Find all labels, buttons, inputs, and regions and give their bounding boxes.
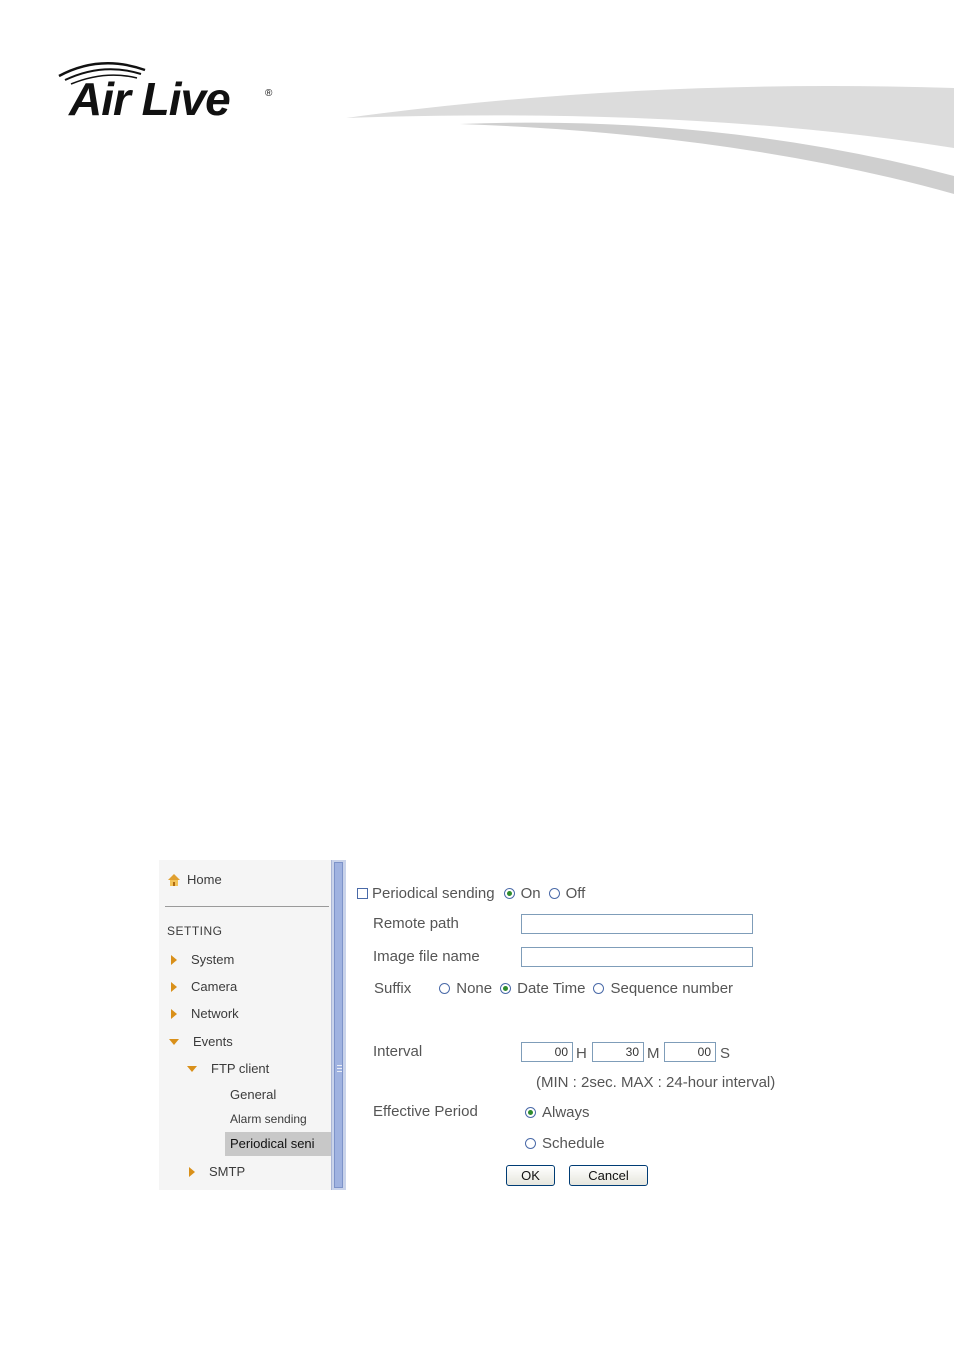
interval-minutes-input[interactable]: 30 (592, 1042, 644, 1062)
expand-arrow-icon (189, 1166, 195, 1177)
interval-seconds-input[interactable]: 00 (664, 1042, 716, 1062)
airlive-logo: Air Live ® (55, 58, 280, 128)
collapse-arrow-icon (169, 1038, 179, 1045)
header-swoosh (346, 86, 954, 194)
expand-arrow-icon (171, 1008, 177, 1019)
sidebar-scrollbar[interactable] (331, 860, 346, 1190)
periodical-off-radio[interactable] (548, 888, 560, 899)
sidebar-item-label: Periodical seni (230, 1136, 315, 1151)
section-marker-icon (357, 888, 368, 899)
periodical-sending-row: Periodical sending On Off (357, 885, 585, 902)
scrollbar-thumb[interactable] (334, 862, 343, 1188)
cancel-button[interactable]: Cancel (569, 1165, 648, 1186)
sidebar-item-label: Camera (191, 979, 238, 994)
suffix-none-radio[interactable] (439, 983, 451, 994)
effective-always-radio[interactable] (525, 1107, 536, 1118)
scroll-grip (337, 1071, 342, 1072)
expand-arrow-icon (171, 981, 177, 992)
remote-path-label: Remote path (373, 915, 459, 932)
suffix-date-time-radio[interactable] (500, 983, 512, 994)
on-label: On (520, 885, 541, 902)
unit-h: H (576, 1045, 587, 1062)
home-label: Home (187, 872, 222, 887)
sidebar-item-label: SMTP (209, 1164, 246, 1179)
collapse-arrow-icon (187, 1065, 197, 1072)
interval-note: (MIN : 2sec. MAX : 24-hour interval) (536, 1074, 776, 1091)
sidebar-item-label: Network (191, 1006, 239, 1021)
sidebar: Home SETTING System Camera Network Event… (159, 860, 331, 1190)
home-icon (168, 873, 180, 886)
settings-panel: Home SETTING System Camera Network Event… (159, 860, 847, 1192)
sidebar-home[interactable]: Home (167, 872, 222, 887)
image-file-name-label: Image file name (373, 948, 480, 965)
always-option: Always (525, 1104, 590, 1121)
sidebar-item-alarm-sending[interactable]: Alarm sending (230, 1112, 307, 1126)
sidebar-item-label: Alarm sending (230, 1112, 307, 1126)
scroll-grip (337, 1068, 342, 1069)
sidebar-item-label: General (230, 1087, 277, 1102)
interval-label: Interval (373, 1043, 423, 1060)
effective-period-label: Effective Period (373, 1103, 478, 1120)
sidebar-item-camera[interactable]: Camera (171, 979, 237, 994)
sidebar-item-events[interactable]: Events (169, 1034, 233, 1049)
suffix-none-label: None (456, 980, 493, 997)
image-file-name-input[interactable] (521, 947, 753, 967)
off-label: Off (565, 885, 586, 902)
sidebar-item-ftp-client[interactable]: FTP client (187, 1061, 269, 1076)
sidebar-item-label: FTP client (211, 1061, 270, 1076)
expand-arrow-icon (171, 954, 177, 965)
schedule-label: Schedule (542, 1135, 605, 1152)
schedule-option: Schedule (525, 1135, 605, 1152)
sidebar-item-label: Events (193, 1034, 233, 1049)
sidebar-item-network[interactable]: Network (171, 1006, 239, 1021)
sidebar-item-system[interactable]: System (171, 952, 234, 967)
sidebar-item-periodical-sending[interactable]: Periodical seni (225, 1132, 331, 1156)
suffix-sequence-number-radio[interactable] (593, 983, 605, 994)
unit-m: M (647, 1045, 660, 1062)
suffix-date-time-label: Date Time (517, 980, 586, 997)
interval-hours-input[interactable]: 00 (521, 1042, 573, 1062)
periodical-on-radio[interactable] (503, 888, 515, 899)
suffix-row: Suffix None Date Time Sequence number (374, 980, 733, 997)
sidebar-item-label: System (191, 952, 235, 967)
form-content: Periodical sending On Off Remote path Im… (357, 860, 847, 1190)
registered-mark: ® (265, 88, 273, 99)
sidebar-item-general[interactable]: General (230, 1087, 276, 1102)
periodical-sending-label: Periodical sending (372, 885, 495, 902)
effective-schedule-radio[interactable] (525, 1138, 536, 1149)
suffix-label: Suffix (374, 980, 412, 997)
scroll-grip (337, 1065, 342, 1066)
always-label: Always (542, 1104, 590, 1121)
sidebar-item-smtp[interactable]: SMTP (189, 1164, 245, 1179)
ok-button[interactable]: OK (506, 1165, 555, 1186)
sidebar-divider (165, 906, 329, 907)
brand-name: Air Live (69, 73, 231, 125)
unit-s: S (720, 1045, 731, 1062)
remote-path-input[interactable] (521, 914, 753, 934)
sidebar-section-setting: SETTING (167, 924, 223, 938)
suffix-sequence-number-label: Sequence number (610, 980, 734, 997)
